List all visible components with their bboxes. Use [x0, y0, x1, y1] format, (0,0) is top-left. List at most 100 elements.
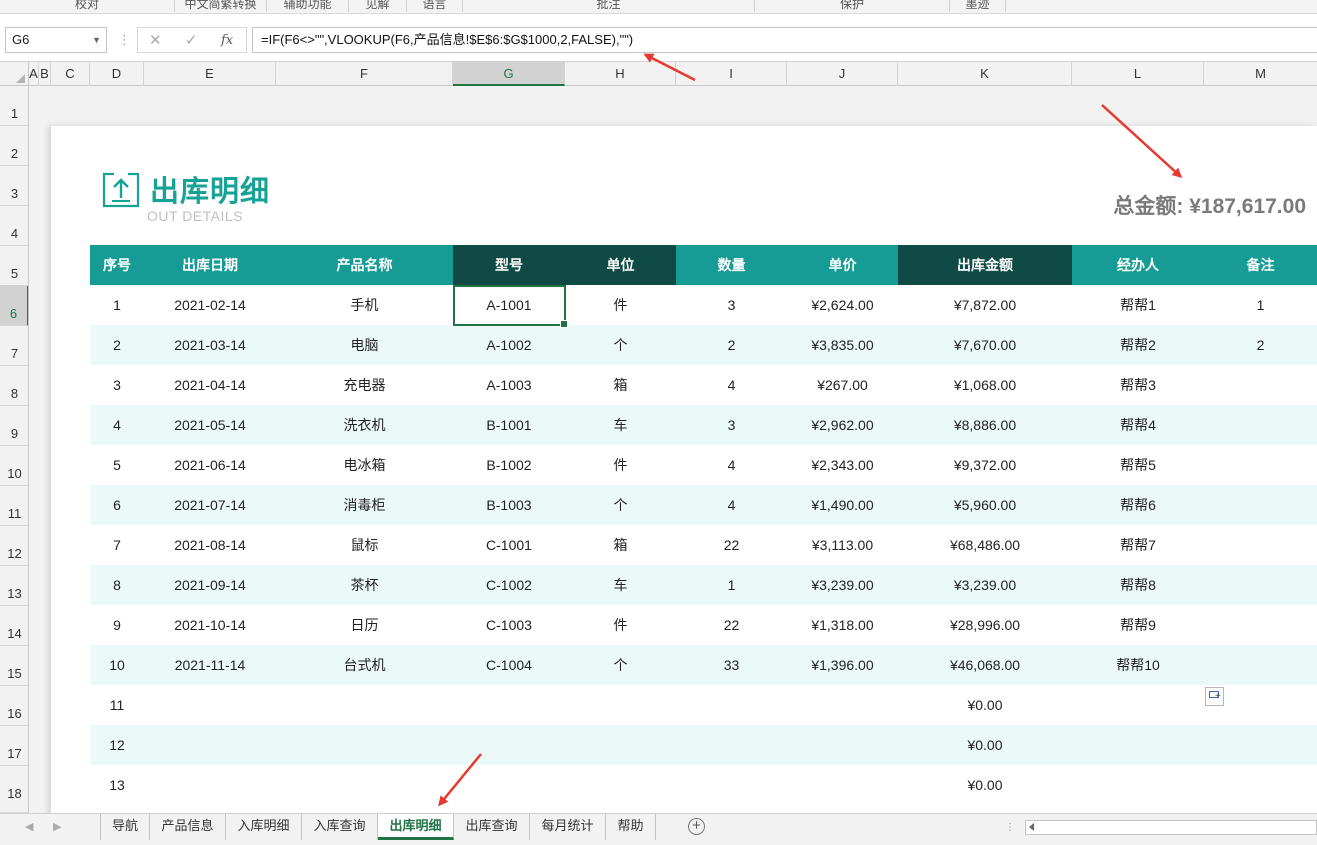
row-header-9[interactable]: 9 — [0, 406, 28, 446]
cell-quantity[interactable]: 4 — [676, 485, 787, 525]
cell-date[interactable]: 2021-09-14 — [144, 565, 276, 605]
cell-index[interactable]: 4 — [90, 405, 144, 445]
header-unit[interactable]: 单位 — [565, 245, 676, 285]
row-header-18[interactable]: 18 — [0, 766, 28, 813]
tab-inbound-query[interactable]: 入库查询 — [302, 814, 378, 840]
cell-index[interactable]: 1 — [90, 285, 144, 325]
cell-date[interactable]: 2021-02-14 — [144, 285, 276, 325]
cell-price[interactable]: ¥3,239.00 — [787, 565, 898, 605]
cell-product[interactable]: 充电器 — [276, 365, 453, 405]
cell-product[interactable]: 手机 — [276, 285, 453, 325]
cell-model[interactable]: B-1001 — [453, 405, 565, 445]
cell-remark[interactable] — [1204, 405, 1317, 445]
cell-handler[interactable]: 帮帮10 — [1072, 645, 1204, 685]
cell-handler[interactable]: 帮帮6 — [1072, 485, 1204, 525]
cell-quantity[interactable]: 22 — [676, 605, 787, 645]
split-handle-icon[interactable]: ⋮ — [1005, 822, 1015, 833]
cell-date[interactable] — [144, 685, 276, 725]
row-header-3[interactable]: 3 — [0, 166, 28, 206]
cell-index[interactable]: 11 — [90, 685, 144, 725]
cell-price[interactable]: ¥3,113.00 — [787, 525, 898, 565]
column-header-l[interactable]: L — [1072, 62, 1204, 86]
cell-handler[interactable]: 帮帮5 — [1072, 445, 1204, 485]
cell-handler[interactable]: 帮帮7 — [1072, 525, 1204, 565]
tab-outbound-query[interactable]: 出库查询 — [454, 814, 530, 840]
column-header-f[interactable]: F — [276, 62, 453, 86]
cell-product[interactable]: 电冰箱 — [276, 445, 453, 485]
header-amount[interactable]: 出库金额 — [898, 245, 1072, 285]
row-header-17[interactable]: 17 — [0, 726, 28, 766]
cell-amount[interactable]: ¥0.00 — [898, 725, 1072, 765]
cell-index[interactable]: 7 — [90, 525, 144, 565]
cell-handler[interactable]: 帮帮3 — [1072, 365, 1204, 405]
cell-product[interactable]: 台式机 — [276, 645, 453, 685]
cell-date[interactable]: 2021-10-14 — [144, 605, 276, 645]
cell-handler[interactable]: 帮帮2 — [1072, 325, 1204, 365]
cell-index[interactable]: 8 — [90, 565, 144, 605]
select-all-button[interactable] — [0, 62, 29, 86]
cell-quantity[interactable] — [676, 685, 787, 725]
cell-model[interactable]: A-1003 — [453, 365, 565, 405]
cell-remark[interactable] — [1204, 365, 1317, 405]
cell-handler[interactable] — [1072, 685, 1204, 725]
cell-unit[interactable] — [565, 685, 676, 725]
cell-unit[interactable]: 箱 — [565, 365, 676, 405]
cell-handler[interactable]: 帮帮8 — [1072, 565, 1204, 605]
cell-handler[interactable] — [1072, 725, 1204, 765]
cell-quantity[interactable] — [676, 725, 787, 765]
cell-unit[interactable]: 件 — [565, 605, 676, 645]
add-sheet-icon[interactable]: + — [688, 818, 705, 835]
horizontal-scrollbar[interactable] — [1025, 820, 1317, 835]
row-header-12[interactable]: 12 — [0, 526, 28, 566]
tab-scroll-right-icon[interactable]: ▶ — [53, 820, 61, 833]
cell-remark[interactable] — [1204, 485, 1317, 525]
cell-model[interactable]: A-1002 — [453, 325, 565, 365]
ribbon-group-insights[interactable]: 见解 — [349, 0, 407, 12]
cell-amount[interactable]: ¥68,486.00 — [898, 525, 1072, 565]
formula-input[interactable]: =IF(F6<>"",VLOOKUP(F6,产品信息!$E$6:$G$1000,… — [252, 27, 1317, 53]
row-header-2[interactable]: 2 — [0, 126, 28, 166]
cell-product[interactable] — [276, 765, 453, 805]
cell-unit[interactable]: 箱 — [565, 525, 676, 565]
cell-remark[interactable] — [1204, 565, 1317, 605]
cell-unit[interactable]: 件 — [565, 285, 676, 325]
cell-index[interactable]: 5 — [90, 445, 144, 485]
cell-price[interactable]: ¥2,624.00 — [787, 285, 898, 325]
cell-unit[interactable] — [565, 765, 676, 805]
cell-handler[interactable]: 帮帮4 — [1072, 405, 1204, 445]
cell-price[interactable]: ¥1,396.00 — [787, 645, 898, 685]
row-header-1[interactable]: 1 — [0, 86, 28, 126]
column-header-k[interactable]: K — [898, 62, 1072, 86]
enter-icon[interactable]: ✓ — [185, 31, 198, 49]
header-index[interactable]: 序号 — [90, 245, 144, 285]
header-date[interactable]: 出库日期 — [144, 245, 276, 285]
column-header-j[interactable]: J — [787, 62, 898, 86]
row-header-14[interactable]: 14 — [0, 606, 28, 646]
cell-quantity[interactable]: 33 — [676, 645, 787, 685]
cell-model[interactable]: B-1003 — [453, 485, 565, 525]
header-remark[interactable]: 备注 — [1204, 245, 1317, 285]
row-header-15[interactable]: 15 — [0, 646, 28, 686]
cell-date[interactable]: 2021-06-14 — [144, 445, 276, 485]
cell-date[interactable] — [144, 765, 276, 805]
cell-date[interactable]: 2021-03-14 — [144, 325, 276, 365]
cell-index[interactable]: 13 — [90, 765, 144, 805]
cell-price[interactable]: ¥2,962.00 — [787, 405, 898, 445]
cell-product[interactable] — [276, 725, 453, 765]
cell-date[interactable] — [144, 725, 276, 765]
cell-price[interactable]: ¥1,318.00 — [787, 605, 898, 645]
column-header-b[interactable]: B — [39, 62, 51, 86]
cell-remark[interactable] — [1204, 765, 1317, 805]
tab-inbound-details[interactable]: 入库明细 — [226, 814, 302, 840]
cell-amount[interactable]: ¥0.00 — [898, 685, 1072, 725]
cell-remark[interactable] — [1204, 445, 1317, 485]
cell-quantity[interactable]: 2 — [676, 325, 787, 365]
column-header-m[interactable]: M — [1204, 62, 1317, 86]
cell-date[interactable]: 2021-04-14 — [144, 365, 276, 405]
cell-quantity[interactable]: 22 — [676, 525, 787, 565]
cell-index[interactable]: 10 — [90, 645, 144, 685]
cell-unit[interactable]: 个 — [565, 485, 676, 525]
cell-index[interactable]: 6 — [90, 485, 144, 525]
cell-product[interactable]: 消毒柜 — [276, 485, 453, 525]
header-product[interactable]: 产品名称 — [276, 245, 453, 285]
